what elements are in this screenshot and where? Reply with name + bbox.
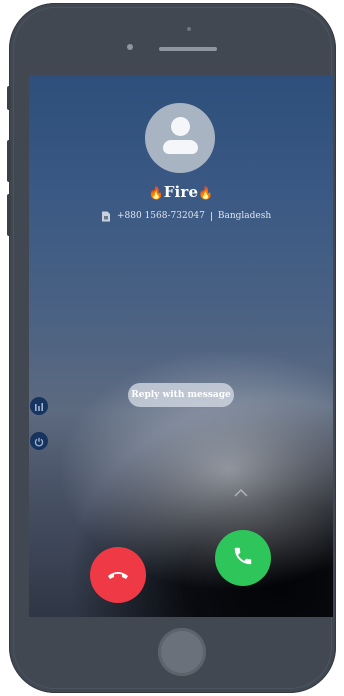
fire-emoji-right: 🔥 [198,186,214,200]
accept-call-button[interactable] [215,530,271,586]
equalizer-icon [34,397,44,416]
sim-card-icon [101,211,111,222]
caller-name: 🔥Fire🔥 [29,183,333,201]
fire-emoji-left: 🔥 [148,186,164,200]
power-icon [34,432,44,451]
home-button[interactable] [158,628,206,676]
caller-phone-number: +880 1568-732047 [117,211,205,221]
volume-up-button[interactable] [7,140,11,182]
reply-with-message-button[interactable]: Reply with message [128,383,234,407]
phone-icon [232,545,254,571]
incoming-call-screen: 🔥Fire🔥 +880 1568-732047 Bangladesh Reply… [29,75,333,617]
floating-power-button[interactable] [30,432,48,450]
caller-location: Bangladesh [217,211,272,221]
decline-call-button[interactable] [90,547,146,603]
front-camera [127,44,133,50]
chevron-up-icon [234,483,248,497]
phone-hangup-icon [106,566,130,585]
info-divider [210,211,212,221]
volume-down-button[interactable] [7,194,11,236]
proximity-sensor [187,27,191,31]
caller-avatar [145,103,215,173]
earpiece-speaker [159,47,217,51]
mute-switch[interactable] [7,86,11,110]
floating-tool-button[interactable] [30,397,48,415]
caller-name-text: Fire [163,183,199,201]
caller-info-line: +880 1568-732047 Bangladesh [101,209,271,223]
